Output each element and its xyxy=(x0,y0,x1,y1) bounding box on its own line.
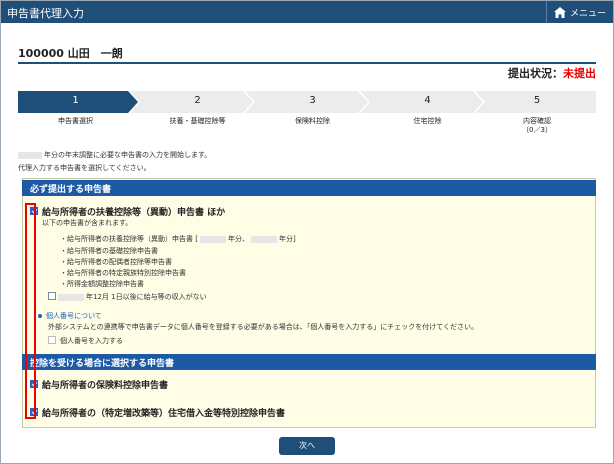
next-button[interactable]: 次へ xyxy=(279,437,335,455)
step-4-number: 4 xyxy=(424,95,431,106)
section-required-title: 必ず提出する申告書 xyxy=(30,185,112,195)
step-4-label: 住宅控除 xyxy=(413,117,442,125)
step-3: 3 xyxy=(255,91,370,113)
user-name: 100000 山田 一朗 xyxy=(18,47,123,60)
home-icon xyxy=(553,6,566,18)
intro-text-1: 年分の年末調整に必要な申告書の入力を開始します。 xyxy=(44,151,212,159)
item1-bullet-3: ・給与所得者の配偶者控除等申告書 xyxy=(60,258,172,266)
intro-line-1: 年分の年末調整に必要な申告書の入力を開始します。 xyxy=(18,150,211,160)
submission-status: 提出状況：未提出 xyxy=(508,65,596,81)
year-blank-3 xyxy=(58,293,84,301)
title-bar: 申告書代理入力 メニュー xyxy=(1,1,613,23)
divider xyxy=(18,62,596,64)
step-2-label: 扶養・基礎控除等 xyxy=(169,117,226,125)
step-5: 5 xyxy=(480,91,594,113)
item1-bullet-4: ・給与所得者の特定親族特別控除申告書 xyxy=(60,269,186,277)
item2-title: 給与所得者の保険料控除申告書 xyxy=(42,381,169,391)
bullet1-part-a: ・給与所得者の扶養控除等（異動）申告書 [ xyxy=(60,235,198,243)
step-5-label: 内容確認 （0／3） xyxy=(480,117,594,135)
step-1-number: 1 xyxy=(72,95,79,106)
year-blank xyxy=(18,151,42,159)
dec-income-label: 年12月 1日以後に給与等の収入がない xyxy=(58,292,207,302)
status-value: 未提出 xyxy=(563,67,596,80)
menu-label: メニュー xyxy=(569,8,606,19)
item1-bullet-5: ・所得金額調整控除申告書 xyxy=(60,280,144,288)
section-optional-title: 控除を受ける場合に選択する申告書 xyxy=(30,359,175,369)
step-3-label: 保険料控除 xyxy=(295,117,330,125)
mynumber-checkbox-label: 個人番号を入力する xyxy=(60,337,123,345)
step-1: 1 xyxy=(18,91,133,113)
step-1-label: 申告書選択 xyxy=(58,117,93,125)
window-title: 申告書代理入力 xyxy=(7,7,84,20)
mynumber-desc: 外部システムとの連携等で申告書データに個人番号を登録する必要がある場合は、「個人… xyxy=(48,323,479,331)
info-dot-icon xyxy=(38,314,42,318)
step-5-number: 5 xyxy=(533,95,541,106)
dec-income-checkbox[interactable] xyxy=(48,292,56,300)
step-2: 2 xyxy=(140,91,255,113)
item3-title: 給与所得者の（特定増改築等）住宅借入金等特別控除申告書 xyxy=(42,409,286,419)
mynumber-link[interactable]: 個人番号について xyxy=(38,311,102,321)
step-5-progress: （0／3） xyxy=(522,126,552,134)
mynumber-link-text[interactable]: 個人番号について xyxy=(46,312,102,320)
item1-desc: 以下の申告書が含まれます。 xyxy=(42,219,133,227)
step-4: 4 xyxy=(370,91,485,113)
menu-button[interactable]: メニュー xyxy=(546,1,613,23)
mynumber-checkbox[interactable] xyxy=(48,336,56,344)
dec-income-text: 年12月 1日以後に給与等の収入がない xyxy=(86,293,207,301)
step-3-number: 3 xyxy=(309,95,316,106)
item1-bullet-1: ・給与所得者の扶養控除等（異動）申告書 [ 年分、 年分] xyxy=(60,234,296,244)
year-blank-1 xyxy=(199,235,226,243)
step-2-number: 2 xyxy=(194,95,201,106)
bullet1-part-b: 年分、 xyxy=(227,235,249,243)
year-blank-2 xyxy=(250,235,277,243)
section-required-header: 必ず提出する申告書 xyxy=(22,180,596,196)
item1-bullet-2: ・給与所得者の基礎控除申告書 xyxy=(60,247,158,255)
highlight-box xyxy=(25,203,36,419)
section-optional-header: 控除を受ける場合に選択する申告書 xyxy=(22,354,596,370)
status-label: 提出状況： xyxy=(508,67,563,80)
item1-title: 給与所得者の扶養控除等（異動）申告書 ほか xyxy=(42,208,226,218)
bullet1-part-c: 年分] xyxy=(278,235,296,243)
step-5-label-main: 内容確認 xyxy=(523,117,551,125)
intro-line-2: 代理入力する申告書を選択してください。 xyxy=(18,164,151,172)
